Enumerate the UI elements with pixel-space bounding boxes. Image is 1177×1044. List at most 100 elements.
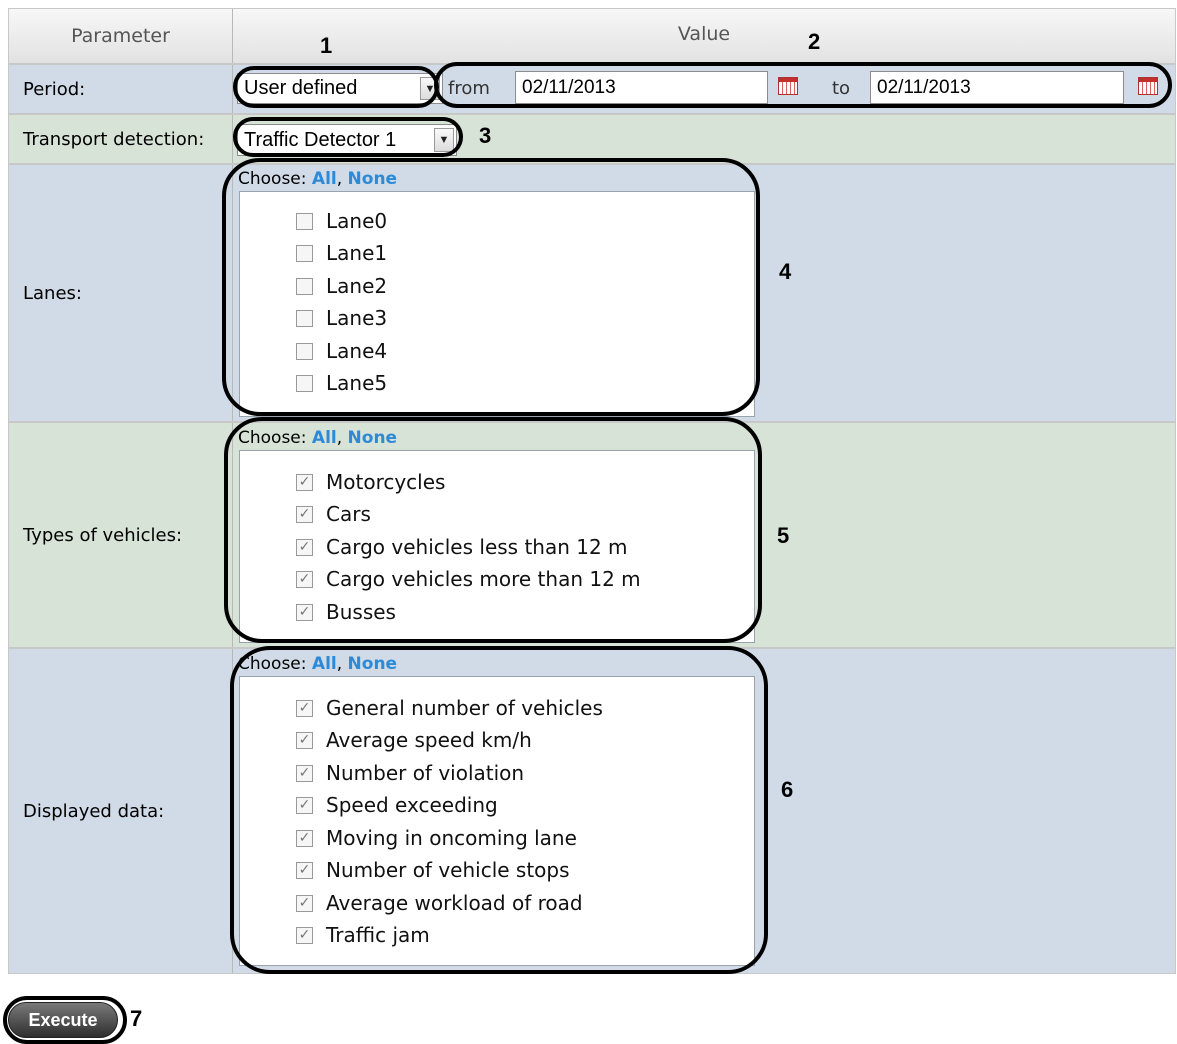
list-item-label: Lane0 xyxy=(326,209,388,233)
choose-label: Choose: xyxy=(238,654,307,674)
list-item[interactable]: ✓ Average speed km/h xyxy=(296,725,532,755)
period-label: Period: xyxy=(23,78,86,100)
list-item[interactable]: ✓ Motorcycles xyxy=(296,467,445,497)
checkbox[interactable] xyxy=(296,309,313,327)
to-date-value: 02/11/2013 xyxy=(877,76,971,98)
list-item[interactable]: ✓ Speed exceeding xyxy=(296,790,498,820)
list-item[interactable]: ✓ Cargo vehicles less than 12 m xyxy=(296,532,628,562)
execute-button[interactable]: Execute xyxy=(8,1002,118,1038)
chevron-down-icon[interactable]: ▼ xyxy=(420,77,440,100)
checkbox[interactable]: ✓ xyxy=(296,731,313,749)
list-item-label: Cargo vehicles less than 12 m xyxy=(326,535,628,559)
list-item-label: Average speed km/h xyxy=(326,728,532,752)
list-item[interactable]: ✓ Busses xyxy=(296,597,396,627)
list-item-label: Busses xyxy=(326,600,396,624)
callout-marker-1: 1 xyxy=(320,33,333,58)
period-value-cell: User defined ▼ from 02/11/2013 to 02/11/… xyxy=(233,65,1175,113)
select-none-link[interactable]: None xyxy=(348,428,398,448)
from-date-value: 02/11/2013 xyxy=(522,76,616,98)
list-item[interactable]: ✓ Cars xyxy=(296,499,371,529)
calendar-icon[interactable] xyxy=(1138,77,1158,95)
displayed-data-list: ✓ General number of vehicles ✓ Average spe… xyxy=(239,676,755,966)
list-item[interactable]: ✓ Average workload of road xyxy=(296,888,583,918)
callout-marker-6: 6 xyxy=(781,777,794,802)
select-all-link[interactable]: All xyxy=(312,654,337,674)
displayed-label-cell: Displayed data: xyxy=(9,649,233,973)
list-item-label: Lane5 xyxy=(326,371,388,395)
table-header-row: Parameter Value xyxy=(8,8,1176,64)
checkbox[interactable]: ✓ xyxy=(296,505,313,523)
choose-label: Choose: xyxy=(238,169,307,189)
period-select[interactable]: User defined ▼ xyxy=(237,73,443,104)
to-date-input[interactable]: 02/11/2013 xyxy=(870,71,1124,104)
checkbox[interactable] xyxy=(296,342,313,360)
lanes-value-cell: Choose: All, None Lane0 Lane1 Lane2 Lane… xyxy=(233,165,1175,421)
checkbox[interactable]: ✓ xyxy=(296,699,313,717)
list-item-label: Motorcycles xyxy=(326,470,446,494)
chevron-down-icon[interactable]: ▼ xyxy=(434,128,454,152)
transport-select[interactable]: Traffic Detector 1 ▼ xyxy=(237,124,457,156)
vehicles-label-cell: Types of vehicles: xyxy=(9,423,233,647)
checkbox[interactable]: ✓ xyxy=(296,603,313,621)
list-item[interactable]: Lane3 xyxy=(296,303,387,333)
checkbox[interactable]: ✓ xyxy=(296,796,313,814)
lanes-row: Lanes: Choose: All, None Lane0 Lane1 Lan… xyxy=(8,164,1176,422)
from-label: from xyxy=(448,78,490,99)
header-value-cell: Value xyxy=(233,9,1175,63)
list-item-label: Number of vehicle stops xyxy=(326,858,570,882)
checkbox[interactable]: ✓ xyxy=(296,764,313,782)
checkbox[interactable]: ✓ xyxy=(296,538,313,556)
transport-label-cell: Transport detection: xyxy=(9,115,233,163)
period-select-value: User defined xyxy=(244,77,358,99)
checkbox[interactable]: ✓ xyxy=(296,926,313,944)
checkbox[interactable]: ✓ xyxy=(296,894,313,912)
checkbox[interactable] xyxy=(296,244,313,262)
checkbox[interactable] xyxy=(296,277,313,295)
calendar-icon[interactable] xyxy=(778,77,798,95)
list-item[interactable]: ✓ Cargo vehicles more than 12 m xyxy=(296,564,641,594)
vehicles-label: Types of vehicles: xyxy=(23,524,183,546)
checkbox[interactable] xyxy=(296,212,313,230)
list-item[interactable]: Lane0 xyxy=(296,206,387,236)
list-item[interactable]: Lane4 xyxy=(296,336,387,366)
callout-marker-4: 4 xyxy=(779,259,792,284)
checkbox[interactable]: ✓ xyxy=(296,861,313,879)
list-item[interactable]: Lane2 xyxy=(296,271,387,301)
checkbox[interactable]: ✓ xyxy=(296,829,313,847)
select-none-link[interactable]: None xyxy=(348,654,398,674)
report-parameters-table: Parameter Value Period: User defined ▼ f… xyxy=(8,8,1176,974)
list-item[interactable]: ✓ General number of vehicles xyxy=(296,693,603,723)
list-item-label: Lane4 xyxy=(326,339,388,363)
header-parameter-cell: Parameter xyxy=(9,9,233,63)
from-date-input[interactable]: 02/11/2013 xyxy=(515,71,768,104)
header-value-label: Value xyxy=(677,23,731,45)
lanes-list: Lane0 Lane1 Lane2 Lane3 Lane4 Lane5 xyxy=(239,191,755,417)
displayed-data-row: Displayed data: Choose: All, None ✓ Gener… xyxy=(8,648,1176,974)
list-item[interactable]: ✓ Number of vehicle stops xyxy=(296,855,570,885)
callout-marker-5: 5 xyxy=(777,523,790,548)
transport-label: Transport detection: xyxy=(23,128,205,150)
select-all-link[interactable]: All xyxy=(312,428,337,448)
checkbox[interactable]: ✓ xyxy=(296,570,313,588)
checkbox[interactable] xyxy=(296,374,313,392)
lanes-label-cell: Lanes: xyxy=(9,165,233,421)
lanes-label: Lanes: xyxy=(23,282,82,304)
list-item-label: Traffic jam xyxy=(326,923,430,947)
displayed-value-cell: Choose: All, None ✓ General number of veh… xyxy=(233,649,1175,973)
list-item-label: Number of violation xyxy=(326,761,525,785)
list-item[interactable]: Lane1 xyxy=(296,238,387,268)
callout-marker-7: 7 xyxy=(130,1006,143,1031)
callout-marker-3: 3 xyxy=(479,123,492,148)
list-item[interactable]: ✓ Moving in oncoming lane xyxy=(296,823,577,853)
displayed-label: Displayed data: xyxy=(23,800,165,822)
list-item[interactable]: ✓ Traffic jam xyxy=(296,920,430,950)
choose-label: Choose: xyxy=(238,428,307,448)
checkbox[interactable]: ✓ xyxy=(296,473,313,491)
select-all-link[interactable]: All xyxy=(312,169,337,189)
list-item-label: Lane3 xyxy=(326,306,388,330)
list-item[interactable]: Lane5 xyxy=(296,368,387,398)
select-none-link[interactable]: None xyxy=(348,169,398,189)
list-item[interactable]: ✓ Number of violation xyxy=(296,758,524,788)
callout-marker-2: 2 xyxy=(808,29,821,54)
list-item-label: General number of vehicles xyxy=(326,696,603,720)
